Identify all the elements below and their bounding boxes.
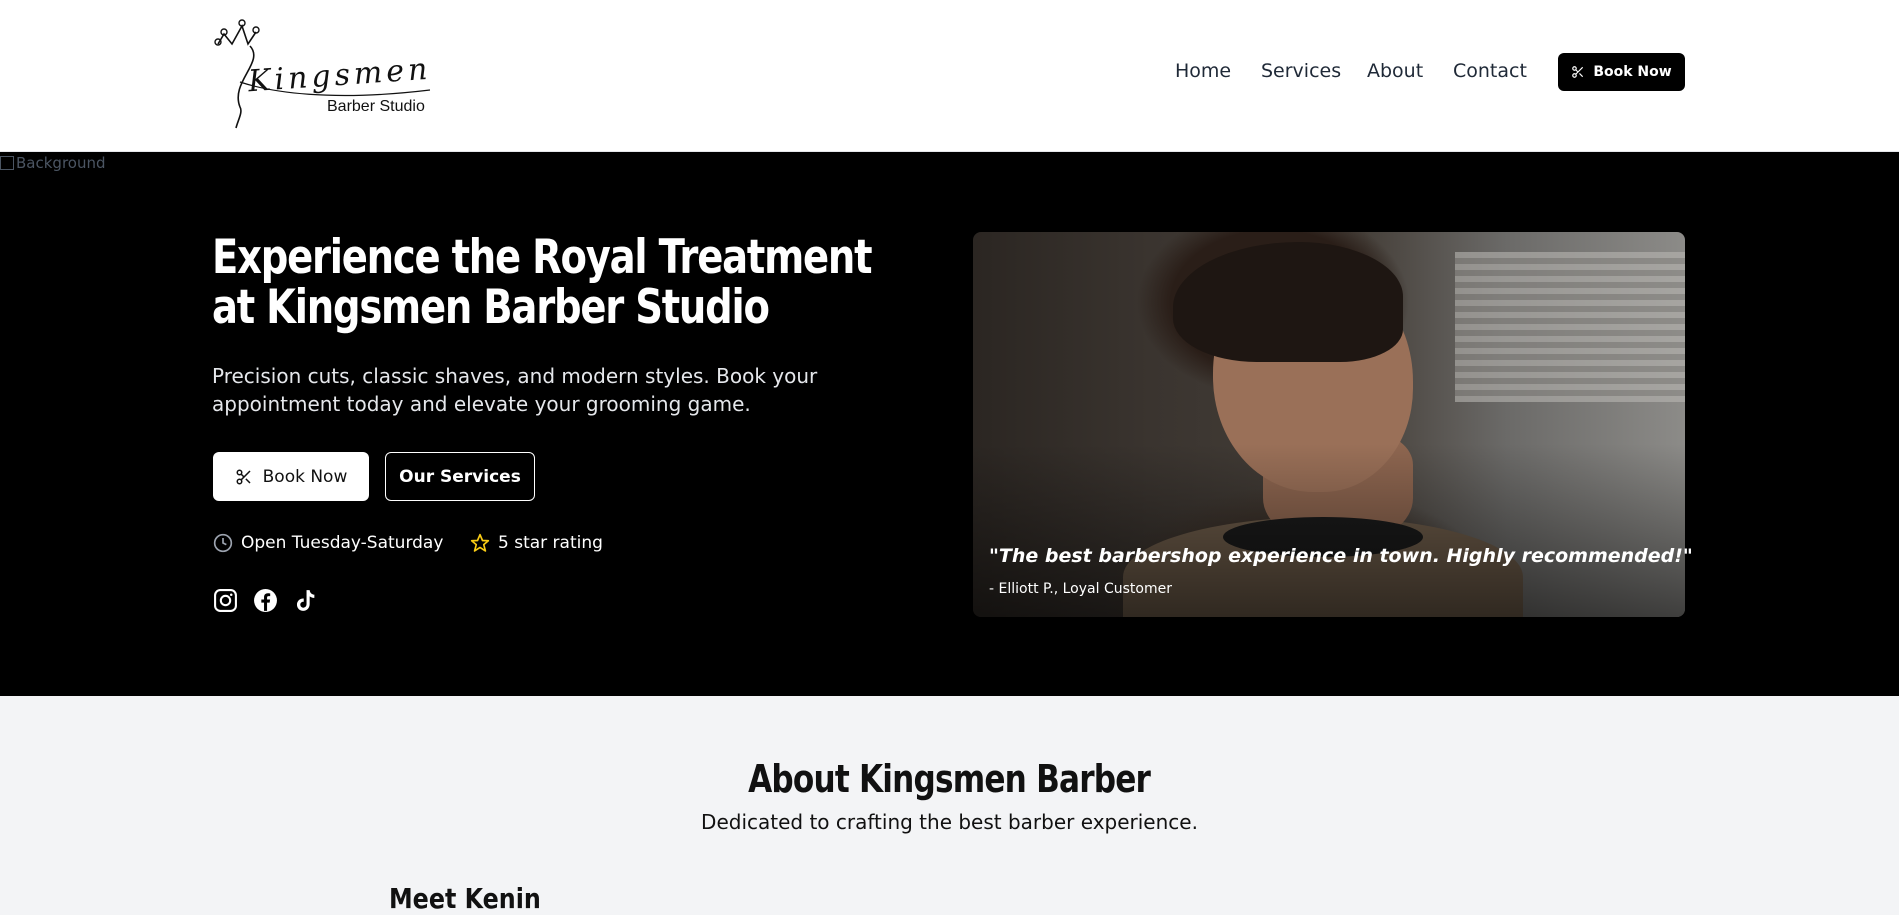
site-header: Kingsmen Barber Studio Home Services Abo… [0,0,1899,152]
hero-section: Background Experience the Royal Treatmen… [0,152,1899,696]
meet-heading: Meet Kenin [389,882,541,915]
scissors-icon [1572,66,1584,78]
star-icon [470,533,490,552]
clock-icon [213,533,233,553]
header-book-label: Book Now [1593,64,1672,80]
social-links [213,588,318,613]
hero-subtitle: Precision cuts, classic shaves, and mode… [212,364,818,416]
facebook-icon[interactable] [253,588,278,613]
background-image-alt: Background [16,154,106,172]
about-subtitle: Dedicated to crafting the best barber ex… [701,810,1198,834]
nav-home[interactable]: Home [1175,60,1231,82]
background-image: Background [0,154,106,172]
nav-about[interactable]: About [1367,60,1423,82]
nav-contact[interactable]: Contact [1453,60,1527,82]
rating-text: 5 star rating [498,533,603,553]
hours-text: Open Tuesday-Saturday [241,533,444,553]
hero-book-label: Book Now [262,466,348,487]
logo[interactable]: Kingsmen Barber Studio [210,12,440,132]
scissors-icon [236,469,251,484]
tiktok-icon[interactable] [293,588,318,613]
hero-book-button[interactable]: Book Now [213,452,369,501]
our-services-button[interactable]: Our Services [385,452,535,501]
logo-subtitle: Barber Studio [327,98,425,115]
hours-info: Open Tuesday-Saturday [213,533,443,553]
broken-image-icon [0,156,14,170]
about-title: About Kingsmen Barber [0,757,1899,801]
header-book-button[interactable]: Book Now [1558,53,1685,91]
nav-services[interactable]: Services [1261,60,1341,82]
hero-title: Experience the Royal Treatment at Kingsm… [212,230,873,335]
testimonial-quote: "The best barbershop experience in town.… [989,545,1693,567]
about-title-text: About Kingsmen Barber [748,757,1152,801]
testimonial-author: - Elliott P., Loyal Customer [989,581,1172,597]
instagram-icon[interactable] [213,588,238,613]
rating-info: 5 star rating [470,533,603,553]
